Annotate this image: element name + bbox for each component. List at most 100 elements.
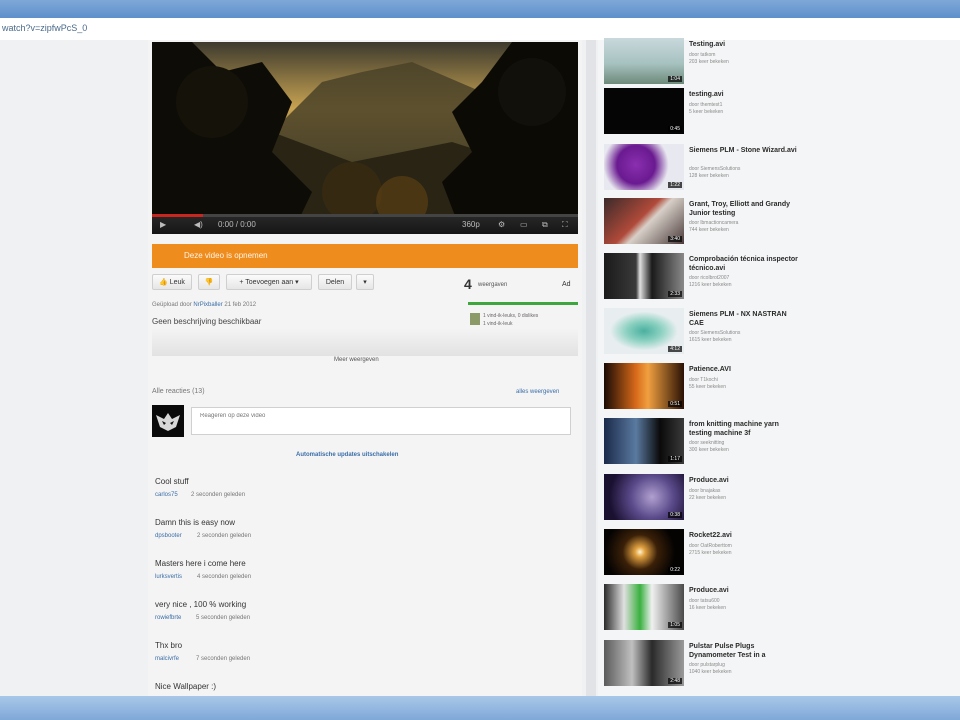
video-thumbnail[interactable]: 1:05 (604, 584, 684, 630)
comment-user[interactable]: carlos75 (155, 492, 178, 498)
comment-user[interactable]: rowiefbrte (155, 615, 181, 621)
view-all-comments-link[interactable]: alles weergeven (516, 389, 559, 395)
related-video-item[interactable]: 0:22 Rocket22.avi door OatRoberttom 2715… (604, 529, 804, 575)
url-text[interactable]: watch?v=zipfwPcS_0 (2, 23, 87, 33)
video-progress-bar[interactable] (152, 214, 578, 217)
comments-header: Alle reacties (13) (152, 388, 205, 395)
stats-thumbnail (470, 313, 480, 325)
likes-meta: 1 vind-ik-leuk (483, 321, 513, 327)
video-thumbnail[interactable]: 4:12 (604, 308, 684, 354)
video-player[interactable]: ▶ ◀) 0:00 / 0:00 360p ⚙ ▭ ⧉ ⛶ (152, 42, 578, 234)
comment-time: 2 seconden geleden (191, 492, 246, 498)
related-video-channel: door pulstarplug (689, 662, 725, 668)
likes-summary: 1 vind-ik-leuks, 0 dislikes (483, 313, 539, 319)
video-progress-played (152, 214, 204, 217)
more-actions-button[interactable]: ▾ (356, 274, 374, 290)
related-video-title[interactable]: Comprobación técnica inspector técnico.a… (689, 255, 799, 273)
share-button[interactable]: Delen (318, 274, 352, 290)
related-video-title[interactable]: Pulstar Pulse Plugs Dynamometer Test in … (689, 642, 799, 660)
comment-time: 2 seconden geleden (197, 533, 252, 539)
comment-time: 5 seconden geleden (196, 615, 251, 621)
related-video-item[interactable]: 1:04 Testing.avi door tatkom 203 keer be… (604, 38, 804, 84)
uploader-link[interactable]: NrPixballer (193, 302, 222, 308)
video-thumbnail[interactable]: 0:22 (604, 529, 684, 575)
like-button[interactable]: 👍 Leuk (152, 274, 192, 290)
comment-user[interactable]: dpsbooter (155, 533, 182, 539)
related-video-title[interactable]: Siemens PLM - NX NASTRAN CAE (689, 310, 799, 328)
related-video-channel: door ricolbrot2007 (689, 275, 730, 281)
fullscreen-icon[interactable]: ⛶ (562, 220, 568, 230)
video-thumbnail[interactable]: 1:04 (604, 38, 684, 84)
video-thumbnail[interactable]: 1:22 (604, 144, 684, 190)
related-video-title[interactable]: Rocket22.avi (689, 531, 799, 540)
related-video-views: 55 keer bekeken (689, 384, 726, 390)
comment-user[interactable]: lurksvertis (155, 574, 182, 580)
video-time: 0:00 / 0:00 (218, 220, 256, 229)
comment-box[interactable] (191, 407, 571, 435)
auto-update-toggle[interactable]: Automatische updates uitschakelen (296, 452, 398, 458)
dislike-button[interactable]: 👎 (198, 274, 220, 290)
related-video-views: 128 keer bekeken (689, 173, 729, 179)
scrollbar[interactable] (586, 40, 596, 696)
volume-icon[interactable]: ◀) (194, 220, 203, 229)
related-video-channel: door tatsu600 (689, 598, 720, 604)
comment-user[interactable]: malcivrfe (155, 656, 179, 662)
related-video-channel: door tatkom (689, 52, 716, 58)
video-thumbnail[interactable]: 2:33 (604, 253, 684, 299)
view-count-label: weergaven (478, 282, 508, 288)
comment-text: Nice Wallpaper :) (155, 682, 217, 691)
related-video-channel: door seeknitting (689, 440, 725, 446)
related-video-channel: door T1kochi (689, 377, 718, 383)
show-more-button[interactable]: Meer weergeven (334, 357, 379, 363)
related-video-item[interactable]: 0:38 Produce.avi door bnajakas 22 keer b… (604, 474, 804, 520)
thumbs-up-icon: 👍 (159, 279, 168, 286)
popout-icon[interactable]: ⧉ (542, 220, 548, 230)
related-video-channel: door SiemensSolutions (689, 330, 741, 336)
related-video-item[interactable]: 4:12 Siemens PLM - NX NASTRAN CAE door S… (604, 308, 804, 354)
address-bar[interactable]: watch?v=zipfwPcS_0 (0, 18, 960, 41)
comment-text: very nice , 100 % working (155, 600, 247, 609)
notice-text: Deze video is opnemen (184, 251, 268, 260)
related-video-item[interactable]: 1:22 Siemens PLM - Stone Wizard.avi door… (604, 144, 804, 190)
video-thumbnail[interactable]: 0:38 (604, 474, 684, 520)
related-video-item[interactable]: 2:33 Comprobación técnica inspector técn… (604, 253, 804, 299)
related-video-item[interactable]: 0:45 testing.avi door themtest1 5 keer b… (604, 88, 804, 134)
video-thumbnail[interactable]: 1:17 (604, 418, 684, 464)
related-video-title[interactable]: from knitting machine yarn testing machi… (689, 420, 799, 438)
window-title-bar (0, 0, 960, 18)
related-video-views: 22 keer bekeken (689, 495, 726, 501)
quality-selector[interactable]: 360p (462, 220, 480, 229)
related-video-title[interactable]: Siemens PLM - Stone Wizard.avi (689, 146, 799, 155)
related-video-item[interactable]: 3:40 Grant, Troy, Elliott and Grandy Jun… (604, 198, 804, 244)
related-video-title[interactable]: testing.avi (689, 90, 799, 99)
description-fade (152, 328, 578, 356)
comment-time: 4 seconden geleden (197, 574, 252, 580)
video-thumbnail[interactable]: 2:48 (604, 640, 684, 686)
related-video-views: 203 keer bekeken (689, 59, 729, 65)
related-video-item[interactable]: 1:05 Produce.avi door tatsu600 16 keer b… (604, 584, 804, 630)
related-video-title[interactable]: Produce.avi (689, 586, 799, 595)
resize-icon[interactable]: ▭ (520, 220, 528, 229)
related-video-title[interactable]: Testing.avi (689, 40, 799, 49)
related-video-item[interactable]: 1:17 from knitting machine yarn testing … (604, 418, 804, 464)
video-thumbnail[interactable]: 0:51 (604, 363, 684, 409)
related-video-title[interactable]: Grant, Troy, Elliott and Grandy Junior t… (689, 200, 799, 218)
add-to-button[interactable]: + Toevoegen aan ▾ (226, 274, 312, 290)
video-description: Geen beschrijving beschikbaar (152, 317, 262, 326)
settings-icon[interactable]: ⚙ (498, 220, 505, 229)
related-video-title[interactable]: Patience.AVI (689, 365, 799, 374)
comment-input[interactable] (192, 408, 570, 434)
video-thumbnail[interactable]: 3:40 (604, 198, 684, 244)
thumbs-down-icon: 👎 (204, 279, 214, 286)
related-video-channel: door lbmactioncamera (689, 220, 739, 226)
notice-banner[interactable]: Deze video is opnemen (152, 244, 578, 268)
related-video-item[interactable]: 0:51 Patience.AVI door T1kochi 55 keer b… (604, 363, 804, 409)
related-video-channel: door OatRoberttom (689, 543, 732, 549)
related-video-item[interactable]: 2:48 Pulstar Pulse Plugs Dynamometer Tes… (604, 640, 804, 686)
avatar (152, 405, 184, 437)
related-video-views: 1615 keer bekeken (689, 337, 732, 343)
related-video-title[interactable]: Produce.avi (689, 476, 799, 485)
related-video-channel: door bnajakas (689, 488, 721, 494)
video-thumbnail[interactable]: 0:45 (604, 88, 684, 134)
play-icon[interactable]: ▶ (160, 220, 166, 229)
